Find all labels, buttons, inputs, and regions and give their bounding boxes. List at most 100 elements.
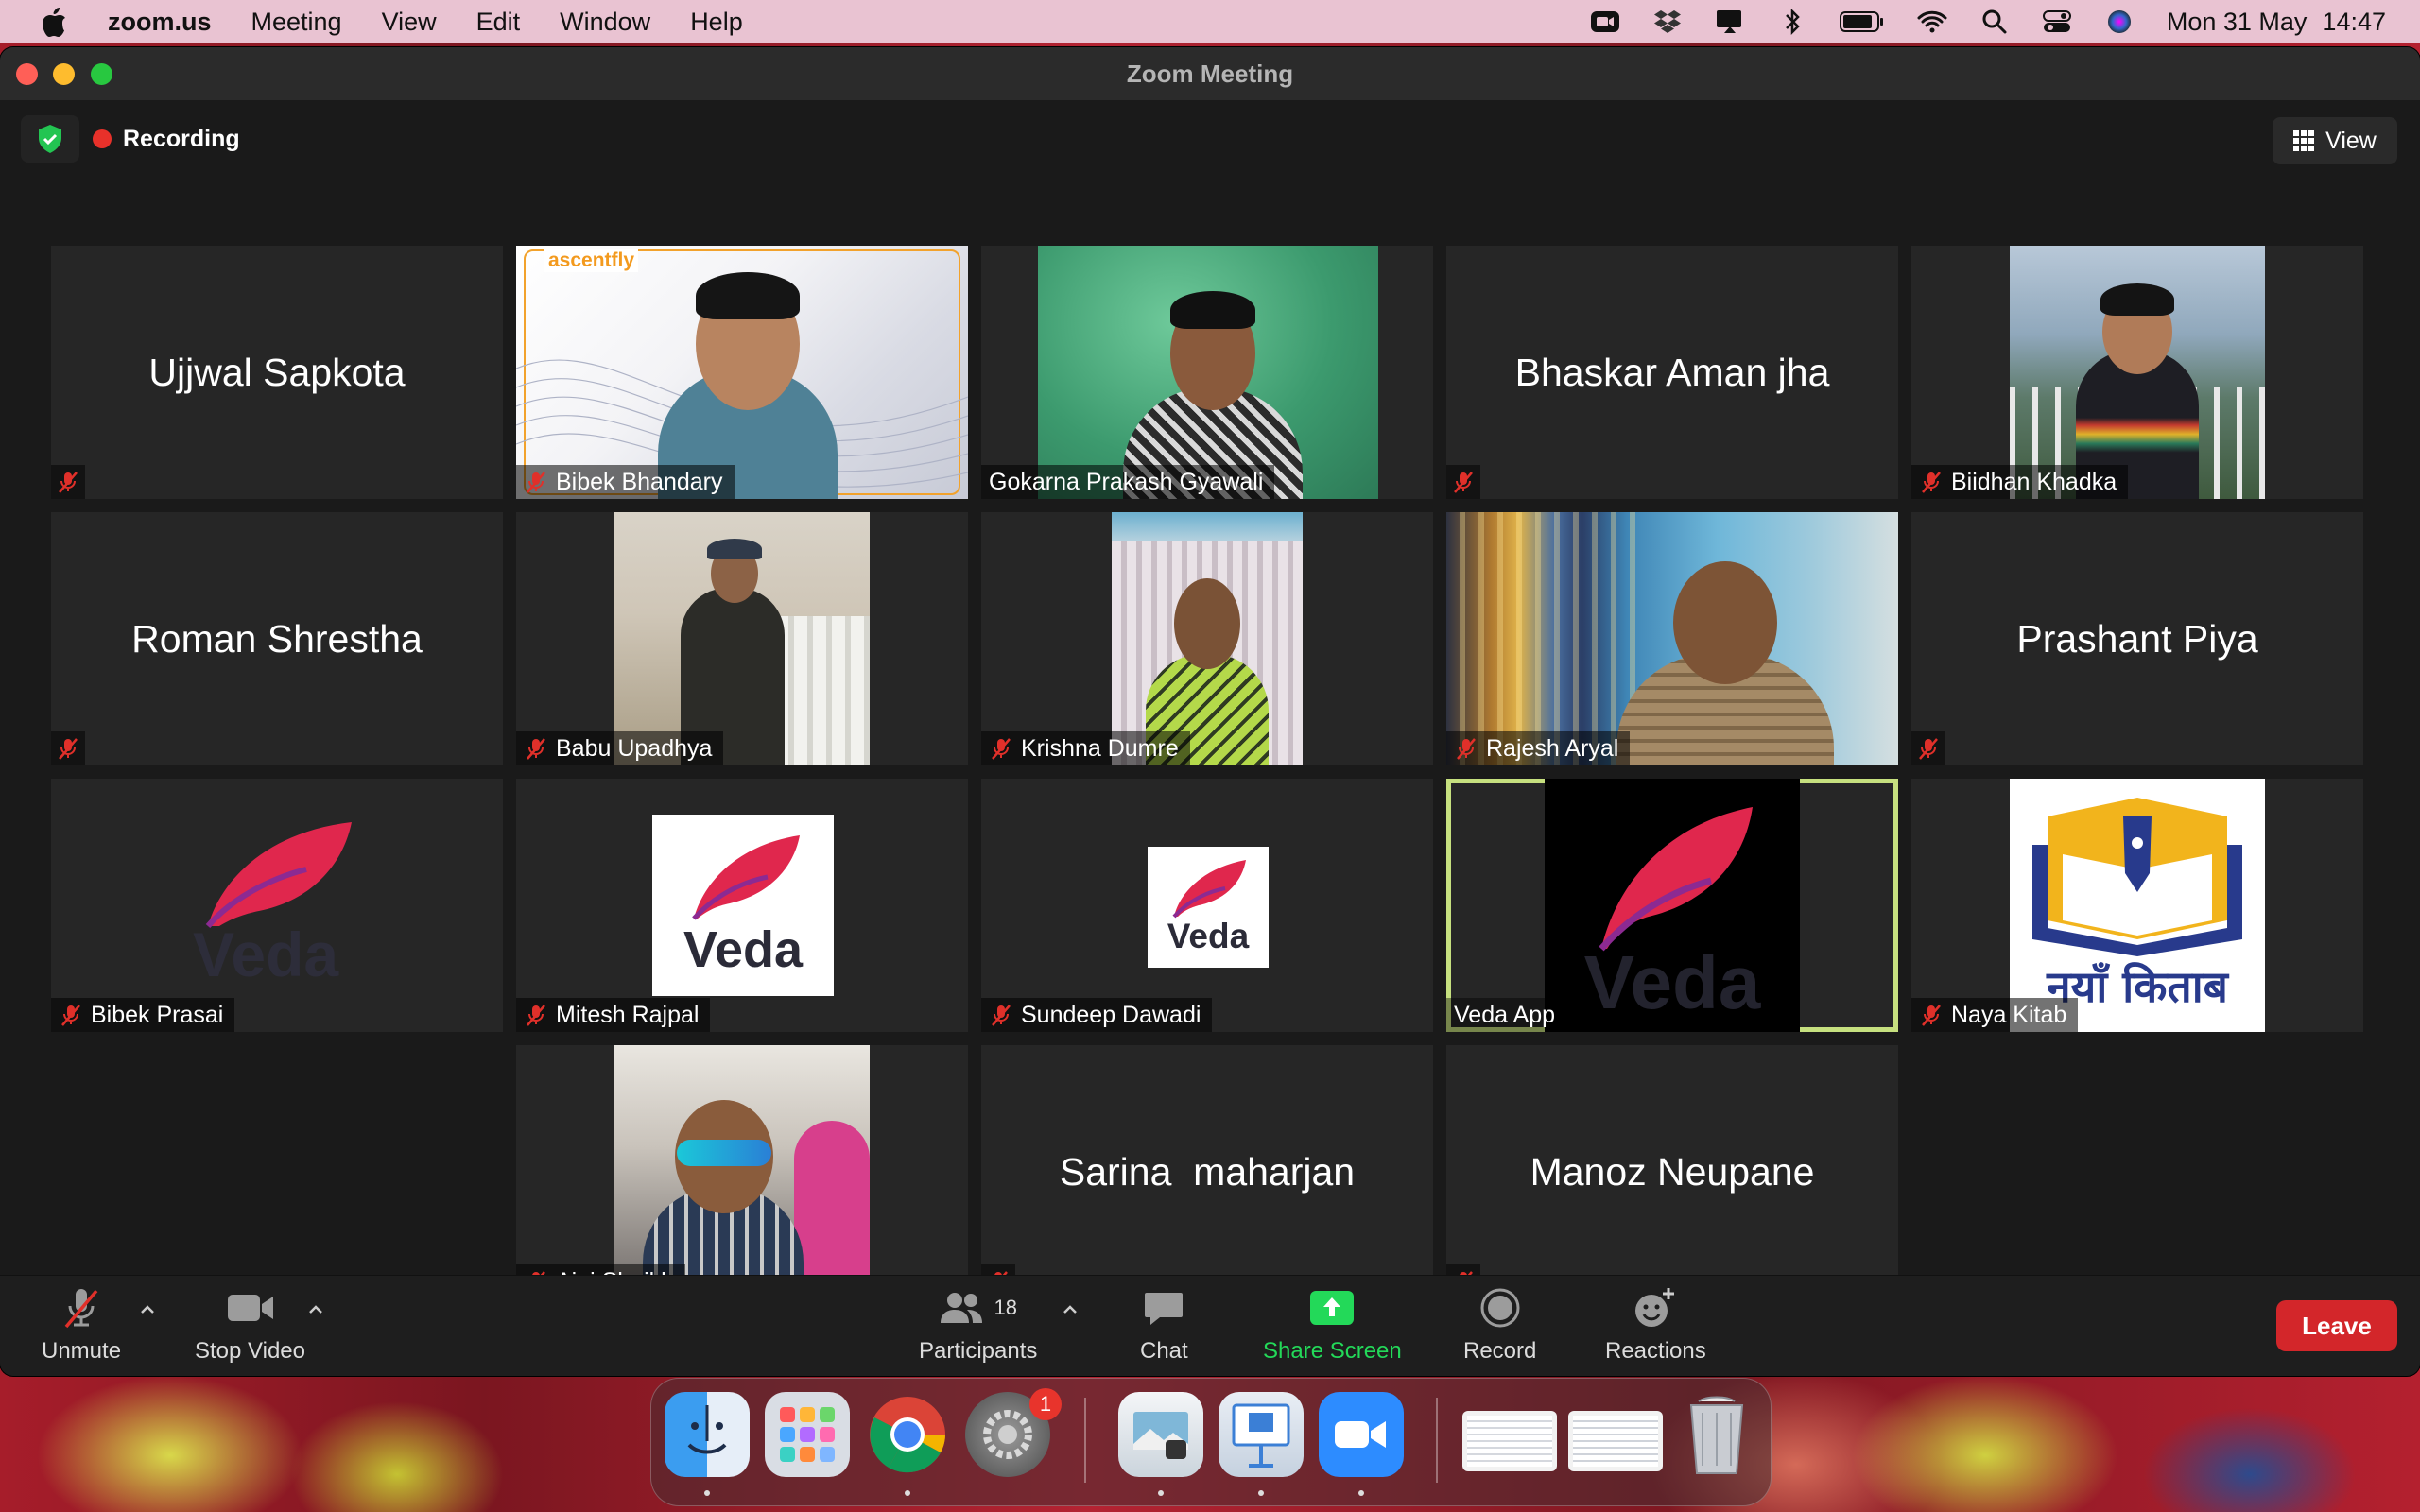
reactions-button[interactable]: Reactions [1605,1285,1706,1365]
menu-help[interactable]: Help [690,8,743,37]
participant-name: Mitesh Rajpal [556,1001,700,1028]
participant-tile[interactable]: Veda Mitesh Rajpal [516,779,968,1032]
keynote-running-indicator [1258,1490,1264,1496]
participant-name-large: Prashant Piya [2016,616,2258,661]
menubar-date: Mon 31 May [2166,7,2308,36]
view-button[interactable]: View [2273,117,2397,164]
finder-running-indicator [704,1490,710,1496]
veda-feather-icon [1172,860,1246,919]
meeting-area: Recording View Ujjwal Sapkota ascentfly … [0,100,2420,1323]
window-fullscreen-button[interactable] [91,63,112,85]
participant-name: Babu Upadhya [556,734,713,762]
record-button[interactable]: Record [1463,1285,1536,1365]
menubar-clock[interactable]: Mon 31 May 14:47 [2167,8,2386,37]
person-hair [2100,284,2174,316]
battery-icon[interactable] [1839,7,1885,37]
finder-icon[interactable] [665,1392,750,1477]
share-screen-button[interactable]: Share Screen [1263,1285,1402,1365]
stop-video-button[interactable]: Stop Video [195,1285,305,1365]
participant-name-large: Sarina maharjan [1059,1149,1356,1194]
siri-icon[interactable] [2104,7,2135,37]
participant-tile[interactable]: Veda Sundeep Dawadi [981,779,1433,1032]
chat-button[interactable]: Chat [1140,1285,1188,1365]
window-titlebar: Zoom Meeting [0,47,2420,100]
participant-tile[interactable]: Ajaj Sheikh [516,1045,968,1298]
participant-name-tag: Babu Upadhya [516,731,724,765]
participant-tile[interactable]: Biidhan Khadka [1911,246,2363,499]
reactions-label: Reactions [1605,1338,1706,1364]
participant-tile[interactable]: Manoz Neupane [1446,1045,1898,1298]
zoom-status-icon[interactable] [1590,7,1620,37]
spotlight-search-icon[interactable] [1979,7,2010,37]
participant-tile[interactable]: Rajesh Aryal [1446,512,1898,765]
muted-mic-icon [1919,1003,1944,1027]
participant-tile[interactable]: Sarina maharjan [981,1045,1433,1298]
window-close-button[interactable] [16,63,38,85]
window-minimize-button[interactable] [53,63,75,85]
participant-tile[interactable]: ascentfly Bibek Bhandary [516,246,968,499]
menu-window[interactable]: Window [560,8,650,37]
muted-mic-icon [1451,470,1476,494]
muted-mic-icon [51,465,85,499]
person-cap [707,539,762,559]
veda-feather-icon [205,822,352,928]
keynote-icon[interactable] [1219,1392,1304,1477]
preview-running-indicator [1158,1490,1164,1496]
veda-feather-icon [692,835,800,920]
participants-button[interactable]: 18 Participants [919,1285,1037,1365]
apple-menu-icon[interactable] [38,3,70,41]
wifi-icon[interactable] [1917,7,1947,37]
background-person [794,1121,870,1298]
participant-tile[interactable]: Krishna Dumre [981,512,1433,765]
participant-name-large: Roman Shrestha [131,616,423,661]
menu-view[interactable]: View [382,8,437,37]
launchpad-icon[interactable] [765,1392,850,1477]
leave-button[interactable]: Leave [2276,1300,2397,1351]
unmute-button[interactable]: Unmute [42,1285,121,1365]
participant-tile[interactable]: Bhaskar Aman jha [1446,246,1898,499]
preview-icon[interactable] [1118,1392,1203,1477]
trash-icon[interactable] [1674,1392,1759,1477]
google-chrome-icon[interactable] [865,1392,950,1477]
macos-dock: 1 [650,1378,1772,1506]
person-hair [696,272,800,319]
chrome-running-indicator [905,1490,910,1496]
menu-edit[interactable]: Edit [476,8,521,37]
participant-tile[interactable]: Veda Bibek Prasai [51,779,503,1032]
participant-tile[interactable]: नयाँ किताब Naya Kitab [1911,779,2363,1032]
menu-bar: zoom.us Meeting View Edit Window Help Mo… [0,0,2420,43]
participant-name-tag: Sundeep Dawadi [981,998,1213,1032]
recording-indicator[interactable]: Recording [93,119,240,159]
curtain-stripes [1446,512,1645,765]
participants-chevron-up-icon[interactable] [1059,1298,1081,1321]
minimized-window-thumbnail[interactable] [1462,1411,1557,1471]
audio-options-chevron-up-icon[interactable] [136,1298,159,1321]
participant-tile[interactable]: Ujjwal Sapkota [51,246,503,499]
participant-tile[interactable]: Gokarna Prakash Gyawali [981,246,1433,499]
video-options-chevron-up-icon[interactable] [304,1298,327,1321]
control-center-icon[interactable] [2042,7,2072,37]
zoom-app-icon[interactable] [1319,1392,1404,1477]
record-icon [1479,1285,1521,1331]
dropbox-icon[interactable] [1652,7,1683,37]
participant-name: Sundeep Dawadi [1021,1001,1201,1028]
encryption-shield-icon[interactable] [21,115,79,163]
screen-mirror-icon[interactable] [1715,7,1745,37]
muted-mic-icon [56,736,80,761]
participant-tile-active-speaker[interactable]: Veda Veda App [1446,779,1898,1032]
participant-tile[interactable]: Roman Shrestha [51,512,503,765]
bluetooth-icon[interactable] [1777,7,1807,37]
muted-mic-icon [1454,736,1478,761]
smiley-add-icon [1633,1285,1678,1331]
participant-video [1446,512,1898,765]
participant-tile[interactable]: Prashant Piya [1911,512,2363,765]
app-menu-zoom[interactable]: zoom.us [108,8,212,37]
participant-tile[interactable]: Babu Upadhya [516,512,968,765]
minimized-window-thumbnail[interactable] [1568,1411,1663,1471]
muted-mic-icon [56,470,80,494]
menu-meeting[interactable]: Meeting [251,8,342,37]
dock-separator [1436,1398,1438,1483]
muted-mic-icon [59,1003,83,1027]
person-face [1174,578,1240,669]
participant-name: Gokarna Prakash Gyawali [989,468,1264,495]
